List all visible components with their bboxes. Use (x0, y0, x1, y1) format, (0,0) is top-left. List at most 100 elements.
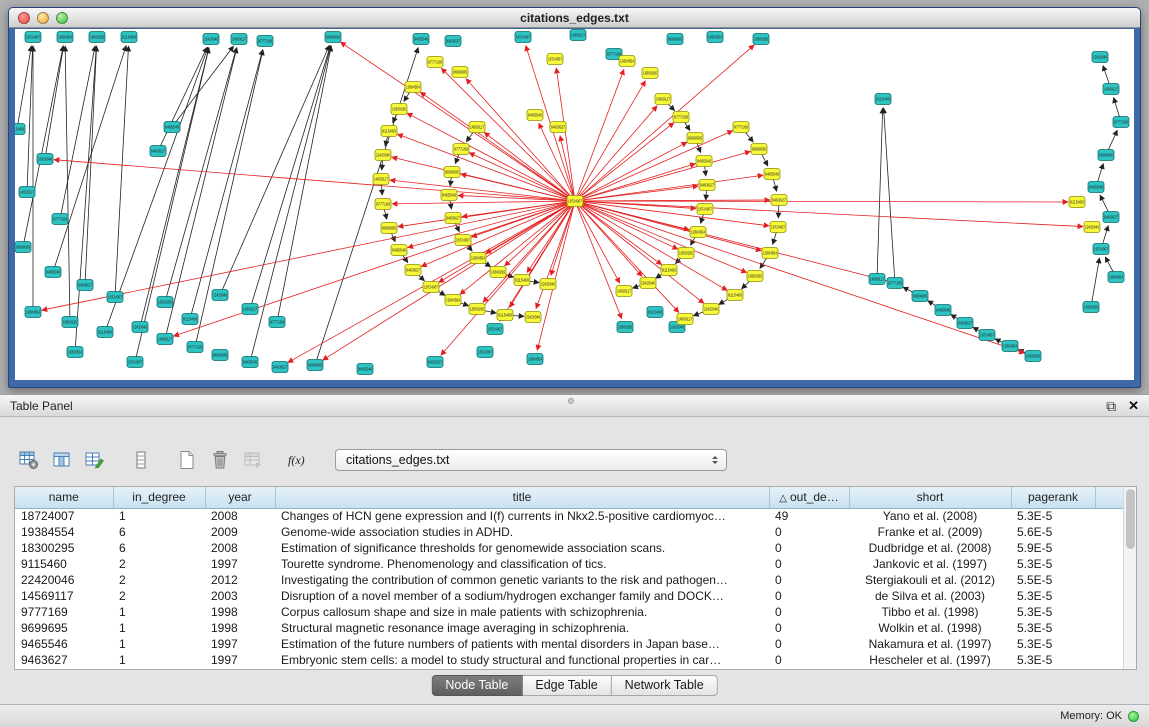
cell-pagerank[interactable]: 5.3E-5 (1011, 652, 1095, 668)
graph-node[interactable]: 22420046 (37, 154, 53, 165)
graph-node[interactable]: 9777169 (269, 317, 285, 328)
cell-title[interactable]: Changes of HCN gene expression and I(f) … (275, 508, 769, 524)
graph-node[interactable]: 18300295 (157, 297, 173, 308)
graph-edge[interactable] (877, 108, 883, 279)
graph-node[interactable]: 18724007 (547, 54, 563, 65)
graph-edge[interactable] (884, 108, 895, 283)
graph-node[interactable]: 9463627 (77, 280, 93, 291)
cell-year[interactable]: 2008 (205, 540, 275, 556)
graph-node[interactable]: 19384554 (527, 354, 543, 365)
graph-edge[interactable] (277, 46, 331, 322)
graph-edge[interactable] (45, 46, 64, 159)
graph-node[interactable]: 9463627 (445, 213, 461, 224)
graph-node[interactable]: 18724007 (25, 32, 41, 43)
graph-edge[interactable] (575, 201, 1083, 227)
cell-pagerank[interactable]: 5.9E-5 (1011, 540, 1095, 556)
table-row[interactable]: 946362711997Embryonic stem cells: a mode… (15, 652, 1123, 668)
graph-node[interactable]: 9463627 (957, 318, 973, 329)
tab-node-table[interactable]: Node Table (431, 675, 522, 696)
graph-node[interactable]: 9777169 (257, 36, 273, 47)
graph-node[interactable]: 19384554 (762, 248, 778, 259)
graph-edge[interactable] (575, 201, 1068, 202)
graph-edge[interactable] (441, 68, 575, 201)
cell-pagerank[interactable]: 5.3E-5 (1011, 588, 1095, 604)
graph-node[interactable]: 9115460 (514, 275, 530, 286)
graph-node[interactable]: 18724007 (979, 330, 995, 341)
cell-pagerank[interactable]: 5.3E-5 (1011, 636, 1095, 652)
graph-node[interactable]: 9115460 (647, 307, 663, 318)
graph-node[interactable]: 22420046 (640, 278, 656, 289)
graph-node[interactable]: 18300295 (678, 248, 694, 259)
graph-node[interactable]: 18300295 (753, 34, 769, 45)
close-button[interactable] (18, 12, 30, 24)
cell-title[interactable]: Tourette syndrome. Phenomenology and cla… (275, 556, 769, 572)
cell-year[interactable]: 1998 (205, 620, 275, 636)
graph-node[interactable]: 9115460 (1069, 197, 1085, 208)
cell-in_degree[interactable]: 2 (113, 572, 205, 588)
cell-short[interactable]: Franke et al. (2009) (849, 524, 1011, 540)
graph-node[interactable]: 9115460 (121, 32, 137, 43)
graph-node[interactable]: 19384554 (619, 56, 635, 67)
graph-node[interactable]: 9465546 (935, 305, 951, 316)
network-window-titlebar[interactable]: citations_edges.txt (9, 8, 1140, 28)
graph-edge[interactable] (65, 46, 70, 322)
column-header-name[interactable]: name (15, 487, 113, 508)
cell-short[interactable]: Dudbridge et al. (2008) (849, 540, 1011, 556)
graph-node[interactable]: 9777169 (453, 144, 469, 155)
graph-node[interactable]: 14569117 (616, 286, 632, 297)
cell-title[interactable]: Estimation of the future numbers of pati… (275, 636, 769, 652)
cell-pagerank[interactable]: 5.3E-5 (1011, 604, 1095, 620)
cell-pagerank[interactable]: 5.6E-5 (1011, 524, 1095, 540)
cell-out_degree[interactable]: 0 (769, 556, 849, 572)
citation-graph[interactable]: 1872400719384554183002959115460224200461… (15, 29, 1134, 380)
cell-name[interactable]: 9777169 (15, 604, 113, 620)
cell-title[interactable]: Estimation of significance thresholds fo… (275, 540, 769, 556)
graph-node[interactable]: 14569117 (242, 304, 258, 315)
graph-node[interactable]: 9465546 (1088, 182, 1104, 193)
cell-in_degree[interactable]: 1 (113, 604, 205, 620)
graph-edge[interactable] (527, 201, 575, 273)
graph-edge[interactable] (53, 46, 126, 272)
graph-node[interactable]: 14569117 (570, 30, 586, 41)
graph-node[interactable]: 22420046 (212, 290, 228, 301)
graph-node[interactable]: 9463627 (1103, 212, 1119, 223)
column-header-out_degree[interactable]: △out_de… (769, 487, 849, 508)
graph-node[interactable]: 19384554 (57, 32, 73, 43)
graph-node[interactable]: 18724007 (487, 324, 503, 335)
graph-node[interactable]: 9777169 (673, 112, 689, 123)
cell-out_degree[interactable]: 0 (769, 588, 849, 604)
cell-out_degree[interactable]: 0 (769, 572, 849, 588)
graph-node[interactable]: 22420046 (525, 312, 541, 323)
graph-node[interactable]: 9465546 (391, 245, 407, 256)
panel-drag-handle[interactable] (568, 398, 574, 404)
cell-name[interactable]: 18300295 (15, 540, 113, 556)
graph-node[interactable]: 9699695 (667, 34, 683, 45)
graph-edge[interactable] (54, 160, 575, 201)
graph-node[interactable]: 9463627 (405, 265, 421, 276)
graph-node[interactable]: 19384554 (67, 347, 83, 358)
graph-edge[interactable] (575, 81, 645, 201)
graph-node[interactable]: 14569117 (469, 122, 485, 133)
cell-out_degree[interactable]: 0 (769, 636, 849, 652)
graph-node[interactable]: 9463627 (427, 357, 443, 368)
zoom-button[interactable] (56, 12, 68, 24)
cell-out_degree[interactable]: 0 (769, 524, 849, 540)
graph-node[interactable]: 18300295 (1025, 351, 1041, 362)
graph-node[interactable]: 9115460 (661, 265, 677, 276)
graph-node[interactable]: 9115460 (182, 314, 198, 325)
graph-edge[interactable] (466, 79, 575, 201)
graph-node[interactable]: 9699695 (452, 67, 468, 78)
cell-name[interactable]: 14569117 (15, 588, 113, 604)
cell-year[interactable]: 2009 (205, 524, 275, 540)
graph-node[interactable]: 14569117 (655, 94, 671, 105)
graph-node[interactable]: 22420046 (1092, 52, 1108, 63)
graph-node[interactable]: 14569117 (19, 187, 35, 198)
graph-node[interactable]: 22420046 (375, 150, 391, 161)
graph-node[interactable]: 19384554 (1108, 272, 1124, 283)
graph-node[interactable]: 9699695 (15, 242, 31, 253)
cell-pagerank[interactable]: 5.3E-5 (1011, 508, 1095, 524)
graph-node[interactable]: 9115460 (497, 310, 513, 321)
show-columns-button[interactable] (49, 447, 75, 473)
cell-in_degree[interactable]: 2 (113, 556, 205, 572)
graph-node[interactable]: 9777169 (1113, 117, 1129, 128)
